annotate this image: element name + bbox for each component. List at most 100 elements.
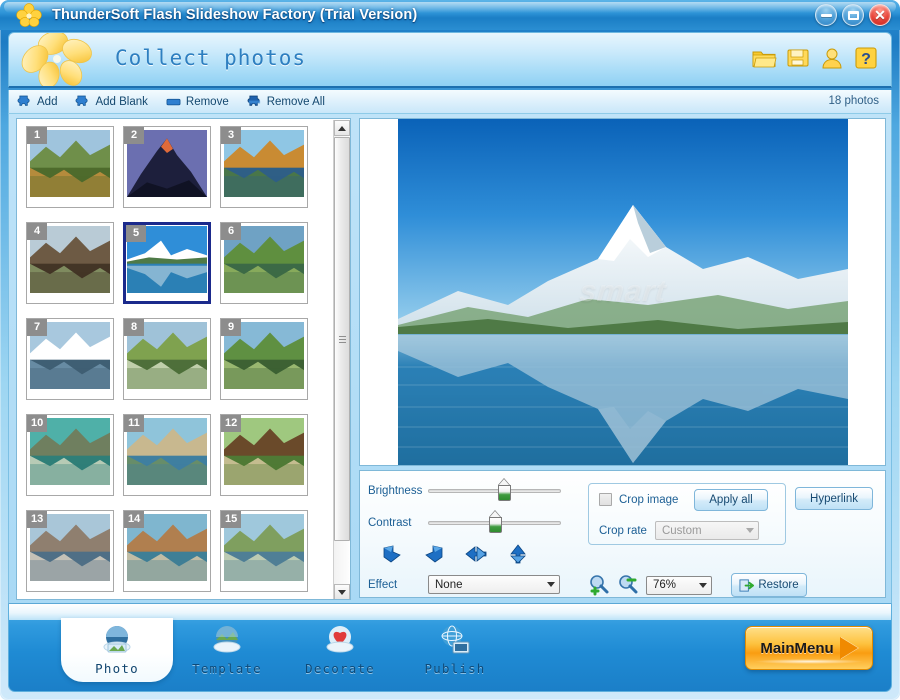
restore-icon xyxy=(739,578,755,593)
thumbnail-scrollbar[interactable] xyxy=(333,120,350,599)
thumbnail-panel: 1 2 3 4 5 6 7 8 9 10 11 12 13 14 15 xyxy=(16,118,351,600)
thumbnail-item[interactable]: 6 xyxy=(220,222,308,304)
thumbnail-number: 3 xyxy=(221,127,241,144)
thumbnail-number: 14 xyxy=(124,511,145,528)
thumbnail-item[interactable]: 10 xyxy=(26,414,114,496)
contrast-slider[interactable] xyxy=(428,511,561,533)
scroll-up-button[interactable] xyxy=(334,120,350,136)
rotate-left-icon[interactable] xyxy=(380,543,404,565)
chevron-down-icon xyxy=(745,528,754,533)
contrast-slider-thumb[interactable] xyxy=(488,511,502,533)
thumbnail-item[interactable]: 3 xyxy=(220,126,308,208)
close-button[interactable]: ✕ xyxy=(869,4,891,26)
remove-button[interactable]: Remove xyxy=(166,95,229,109)
crop-rate-row: Crop rate Custom xyxy=(599,521,759,540)
account-icon[interactable] xyxy=(819,45,845,71)
preview-image: smart xyxy=(397,119,848,465)
zoom-in-icon[interactable] xyxy=(588,574,610,596)
thumbnail-number: 9 xyxy=(221,319,241,336)
flip-horizontal-icon[interactable] xyxy=(464,543,488,565)
remove-all-puzzle-icon xyxy=(247,95,262,109)
thumbnail-number: 2 xyxy=(124,127,144,144)
thumbnail-number: 1 xyxy=(27,127,47,144)
thumbnail-item[interactable]: 1 xyxy=(26,126,114,208)
crop-rate-dropdown[interactable]: Custom xyxy=(654,521,759,540)
hyperlink-button[interactable]: Hyperlink xyxy=(795,487,873,510)
add-button[interactable]: Add xyxy=(17,95,57,109)
save-project-icon[interactable] xyxy=(785,45,811,71)
main-content-area: 1 2 3 4 5 6 7 8 9 10 11 12 13 14 15 smar… xyxy=(8,114,892,604)
help-icon[interactable]: ? xyxy=(853,45,879,71)
maximize-button[interactable] xyxy=(842,4,864,26)
effect-dropdown[interactable]: None xyxy=(428,575,560,594)
photo-preview-panel[interactable]: smart xyxy=(359,118,886,466)
title-bar: ThunderSoft Flash Slideshow Factory (Tri… xyxy=(0,0,900,30)
main-menu-button[interactable]: MainMenu xyxy=(745,626,873,670)
thumbnail-item[interactable]: 8 xyxy=(123,318,211,400)
scrollbar-grip-icon xyxy=(338,334,346,345)
thumbnail-item[interactable]: 15 xyxy=(220,510,308,592)
minimize-button[interactable] xyxy=(815,4,837,26)
zoom-level-value: 76% xyxy=(653,579,677,591)
thumbnail-number: 5 xyxy=(126,225,146,242)
open-folder-icon[interactable] xyxy=(751,45,777,71)
thumbnail-item[interactable]: 5 xyxy=(123,222,211,304)
brightness-slider[interactable] xyxy=(428,479,561,501)
crop-image-checkbox[interactable] xyxy=(599,493,612,506)
scroll-down-button[interactable] xyxy=(334,584,350,599)
thumbnail-item[interactable]: 7 xyxy=(26,318,114,400)
header-icon-bar: ? xyxy=(751,45,879,71)
main-menu-gloss xyxy=(754,659,864,664)
brightness-control: Brightness xyxy=(368,479,588,501)
effect-label: Effect xyxy=(368,578,398,591)
nav-tab-photo[interactable]: Photo xyxy=(61,618,173,682)
template-globe-icon xyxy=(208,622,246,660)
photo-count-label: 18 photos xyxy=(828,95,879,107)
thumbnail-item[interactable]: 13 xyxy=(26,510,114,592)
thumbnail-grid: 1 2 3 4 5 6 7 8 9 10 11 12 13 14 15 xyxy=(17,119,333,599)
zoom-out-icon[interactable] xyxy=(617,574,639,596)
thumbnail-item[interactable]: 11 xyxy=(123,414,211,496)
thumbnail-number: 8 xyxy=(124,319,144,336)
thumbnail-number: 11 xyxy=(124,415,144,432)
preview-image-svg xyxy=(397,119,848,465)
thumbnail-item[interactable]: 12 xyxy=(220,414,308,496)
crop-group: Crop image Apply all Crop rate Custom xyxy=(588,483,786,545)
remove-all-button[interactable]: Remove All xyxy=(247,95,325,109)
nav-tab-template[interactable]: Template xyxy=(171,618,283,682)
svg-text:?: ? xyxy=(861,51,871,68)
transform-icon-row xyxy=(380,543,530,565)
scrollbar-thumb[interactable] xyxy=(334,137,350,541)
thumbnail-number: 4 xyxy=(27,223,47,240)
nav-tab-publish[interactable]: Publish xyxy=(399,618,511,682)
nav-tab-label: Template xyxy=(192,661,262,676)
add-button-label: Add xyxy=(37,95,58,108)
thumbnail-item[interactable]: 9 xyxy=(220,318,308,400)
rotate-right-icon[interactable] xyxy=(422,543,446,565)
image-controls-panel: Brightness Contrast Effect None Crop ima… xyxy=(359,470,886,598)
navigation-tabs: Photo Template Decorate Publish xyxy=(9,618,769,688)
brightness-slider-thumb[interactable] xyxy=(497,479,511,501)
restore-button[interactable]: Restore xyxy=(731,573,807,597)
zoom-level-dropdown[interactable]: 76% xyxy=(646,575,712,595)
crop-rate-value: Custom xyxy=(661,524,702,537)
play-arrow-icon xyxy=(839,637,858,659)
effect-dropdown-value: None xyxy=(435,578,463,591)
crop-image-row: Crop image xyxy=(599,493,678,506)
apply-all-button[interactable]: Apply all xyxy=(694,489,768,511)
window-controls: ✕ xyxy=(815,4,891,26)
add-blank-button-label: Add Blank xyxy=(95,95,148,108)
remove-all-button-label: Remove All xyxy=(266,95,325,108)
add-blank-button[interactable]: Add Blank xyxy=(75,95,148,109)
chevron-down-icon xyxy=(699,582,707,588)
thumbnail-item[interactable]: 14 xyxy=(123,510,211,592)
zoom-controls: 76% Restore xyxy=(588,573,807,597)
crop-rate-label: Crop rate xyxy=(599,524,647,537)
nav-tab-decorate[interactable]: Decorate xyxy=(284,618,396,682)
thumbnail-item[interactable]: 4 xyxy=(26,222,114,304)
restore-label: Restore xyxy=(758,579,799,591)
thumbnail-item[interactable]: 2 xyxy=(123,126,211,208)
flip-vertical-icon[interactable] xyxy=(506,543,530,565)
thumbnail-number: 13 xyxy=(27,511,48,528)
flower-logo-svg xyxy=(16,3,42,27)
